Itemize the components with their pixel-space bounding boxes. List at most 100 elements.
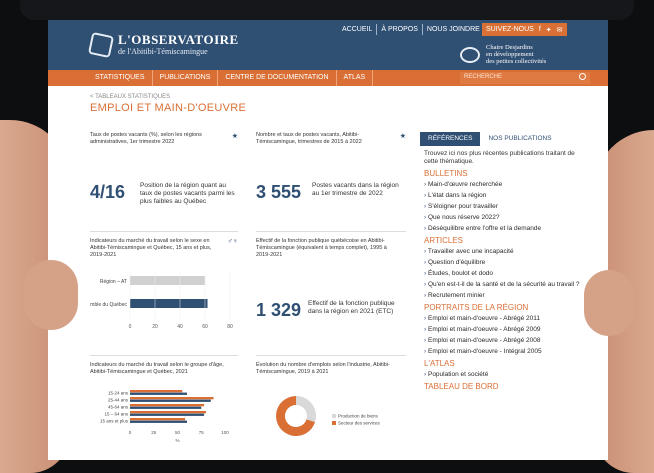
section-atlas: L'ATLAS [424, 359, 455, 368]
legend-label: Production de biens [338, 414, 379, 419]
category-label: 15 – 64 ans [104, 412, 128, 417]
tick-label: 20 [152, 324, 158, 330]
menu-atlas[interactable]: ATLAS [337, 70, 374, 86]
category-label: 15-24 ans [108, 391, 129, 396]
menu-statistiques[interactable]: STATISTIQUES [88, 70, 153, 86]
facebook-icon[interactable]: f [539, 26, 541, 33]
list-item[interactable]: Que nous réserve 2022? [424, 214, 584, 222]
category-label: Ensemble du Québec [90, 302, 127, 308]
bar [130, 411, 206, 414]
sidebar-references: Trouvez ici nos plus récentes publicatio… [424, 150, 584, 393]
chaire-line: des petites collectivités [486, 58, 547, 65]
list-item[interactable]: Main-d'œuvre recherchée [424, 181, 584, 189]
list-item[interactable]: Déséquilibre entre l'offre et la demande [424, 225, 584, 233]
list-item[interactable]: Qu'en est-t-il de la santé et de la sécu… [424, 281, 584, 289]
menu-publications[interactable]: PUBLICATIONS [153, 70, 219, 86]
list-item[interactable]: Emploi et main-d'oeuvre - Abrégé 2009 [424, 326, 584, 334]
left-thumb [24, 260, 78, 330]
stat-description: Effectif de la fonction publique dans la… [308, 300, 395, 315]
list-item[interactable]: Études, boulot et dodo [424, 270, 584, 278]
page-title: EMPLOI ET MAIN-D'OEUVRE [90, 102, 247, 114]
bar [130, 404, 205, 407]
chaire-logo-icon[interactable] [460, 47, 480, 63]
sidebar-tabs: RÉFÉRENCES NOS PUBLICATIONS [420, 132, 584, 146]
list-item[interactable]: Emploi et main-d'oeuvre - Intégral 2005 [424, 348, 584, 356]
chart-card-sex-indicators[interactable]: Indicateurs du marché du travail selon l… [90, 238, 238, 356]
list-item[interactable]: Emploi et main-d'oeuvre - Abrégé 2008 [424, 337, 584, 345]
bar [130, 413, 205, 416]
section-portraits: PORTRAITS DE LA RÉGION [424, 303, 529, 312]
stat-description: Postes vacants dans la région au 1er tri… [312, 182, 399, 197]
site-header: L'OBSERVATOIRE de l'Abitibi-Témiscamingu… [48, 20, 608, 70]
tick-label: 100 [221, 430, 229, 435]
stat-card-vacancy-rate[interactable]: Taux de postes vacants (%), selon les ré… [90, 132, 238, 232]
axis-label: % [175, 438, 179, 443]
stat-number: 1 329 [256, 300, 302, 320]
list-item[interactable]: S'éloigner pour travailler [424, 203, 584, 211]
bar-chart-age: 15-24 ans 25-44 ans 45-64 ans 15 – 64 ans 15… [100, 390, 229, 443]
favorite-star-icon[interactable]: ★ [400, 132, 406, 140]
category-label: Région – AT [100, 279, 127, 285]
follow-label: SUIVEZ-NOUS [486, 26, 534, 33]
nav-accueil[interactable]: ACCUEIL [338, 24, 378, 35]
tick-label: 40 [177, 324, 183, 330]
stat-card-public-service[interactable]: Effectif de la fonction publique québéco… [256, 238, 406, 356]
tick-label: 0 [129, 430, 132, 435]
tab-references[interactable]: RÉFÉRENCES [420, 132, 481, 146]
section-tableau-de-bord: TABLEAU DE BORD [424, 382, 499, 391]
bar-chart-sex: Région – AT Ensemble du Québec 0 20 40 60 80 [90, 272, 233, 330]
list-item[interactable]: Population et société [424, 371, 584, 379]
nav-nous-joindre[interactable]: NOUS JOINDRE [423, 24, 484, 35]
legend-swatch [332, 421, 336, 425]
bar [130, 392, 187, 395]
favorite-star-icon[interactable]: ★ [232, 132, 238, 140]
chart-card-industry-jobs[interactable]: Évolution du nombre d'emplois selon l'in… [256, 362, 406, 460]
list-item[interactable]: Recrutement minier [424, 292, 584, 300]
category-label: 25-44 ans [108, 398, 129, 403]
search-input[interactable]: RECHERCHE [460, 72, 590, 84]
chaire-desjardins-label[interactable]: Chaire Desjardins en développement des p… [486, 44, 606, 65]
gender-icon[interactable]: ♂♀ [228, 238, 239, 245]
social-follow-bar: SUIVEZ-NOUS f ✦ ✉ [482, 23, 567, 36]
brand-subtitle: de l'Abitibi-Témiscamingue [118, 47, 208, 56]
bar [130, 276, 205, 285]
card-title: Taux de postes vacants (%), selon les ré… [90, 132, 202, 145]
card-title: Effectif de la fonction publique québéco… [256, 238, 387, 258]
tab-nos-publications[interactable]: NOS PUBLICATIONS [480, 132, 559, 146]
bar [130, 406, 202, 409]
bar [130, 399, 211, 402]
legend-label: Secteur des services [338, 421, 381, 426]
list-item[interactable]: Travailler avec une incapacité [424, 248, 584, 256]
stat-card-vacant-positions[interactable]: Nombre et taux de postes vacants, Abitib… [256, 132, 406, 232]
card-title: Nombre et taux de postes vacants, Abitib… [256, 132, 362, 145]
tick-label: 50 [175, 430, 181, 435]
menu-centre-documentation[interactable]: CENTRE DE DOCUMENTATION [218, 70, 337, 86]
section-bulletins: BULLETINS [424, 169, 468, 178]
list-item[interactable]: Emploi et main-d'oeuvre - Abrégé 2011 [424, 315, 584, 323]
email-icon[interactable]: ✉ [557, 26, 563, 34]
tick-label: 0 [129, 324, 132, 330]
breadcrumb[interactable]: < TABLEAUX STATISTIQUES [90, 94, 170, 100]
nav-a-propos[interactable]: À PROPOS [377, 24, 423, 35]
category-label: 45-64 ans [108, 405, 129, 410]
sidebar-intro: Trouvez ici nos plus récentes publicatio… [424, 150, 575, 165]
tick-label: 80 [227, 324, 233, 330]
list-item[interactable]: L'état dans la région [424, 192, 584, 200]
observatoire-logo-icon[interactable] [87, 31, 115, 59]
top-navigation: ACCUEIL À PROPOS NOUS JOINDRE [338, 24, 484, 35]
bar [130, 397, 214, 400]
pie-slice [296, 396, 316, 423]
bar [130, 299, 208, 308]
tick-label: 25 [151, 430, 157, 435]
chart-card-age-indicators[interactable]: Indicateurs du marché du travail selon l… [90, 362, 238, 460]
brand-title[interactable]: L'OBSERVATOIRE [118, 32, 239, 48]
card-title: Indicateurs du marché du travail selon l… [90, 238, 212, 258]
search-placeholder: RECHERCHE [464, 74, 503, 80]
bar [130, 420, 187, 423]
right-thumb [584, 270, 634, 336]
list-item[interactable]: Question d'équilibre [424, 259, 584, 267]
donut-chart-industry: Production de biens Secteur des services [276, 396, 381, 436]
stat-description: Position de la région quant au taux de p… [140, 182, 235, 205]
search-icon[interactable] [579, 73, 586, 80]
twitter-icon[interactable]: ✦ [546, 26, 552, 34]
